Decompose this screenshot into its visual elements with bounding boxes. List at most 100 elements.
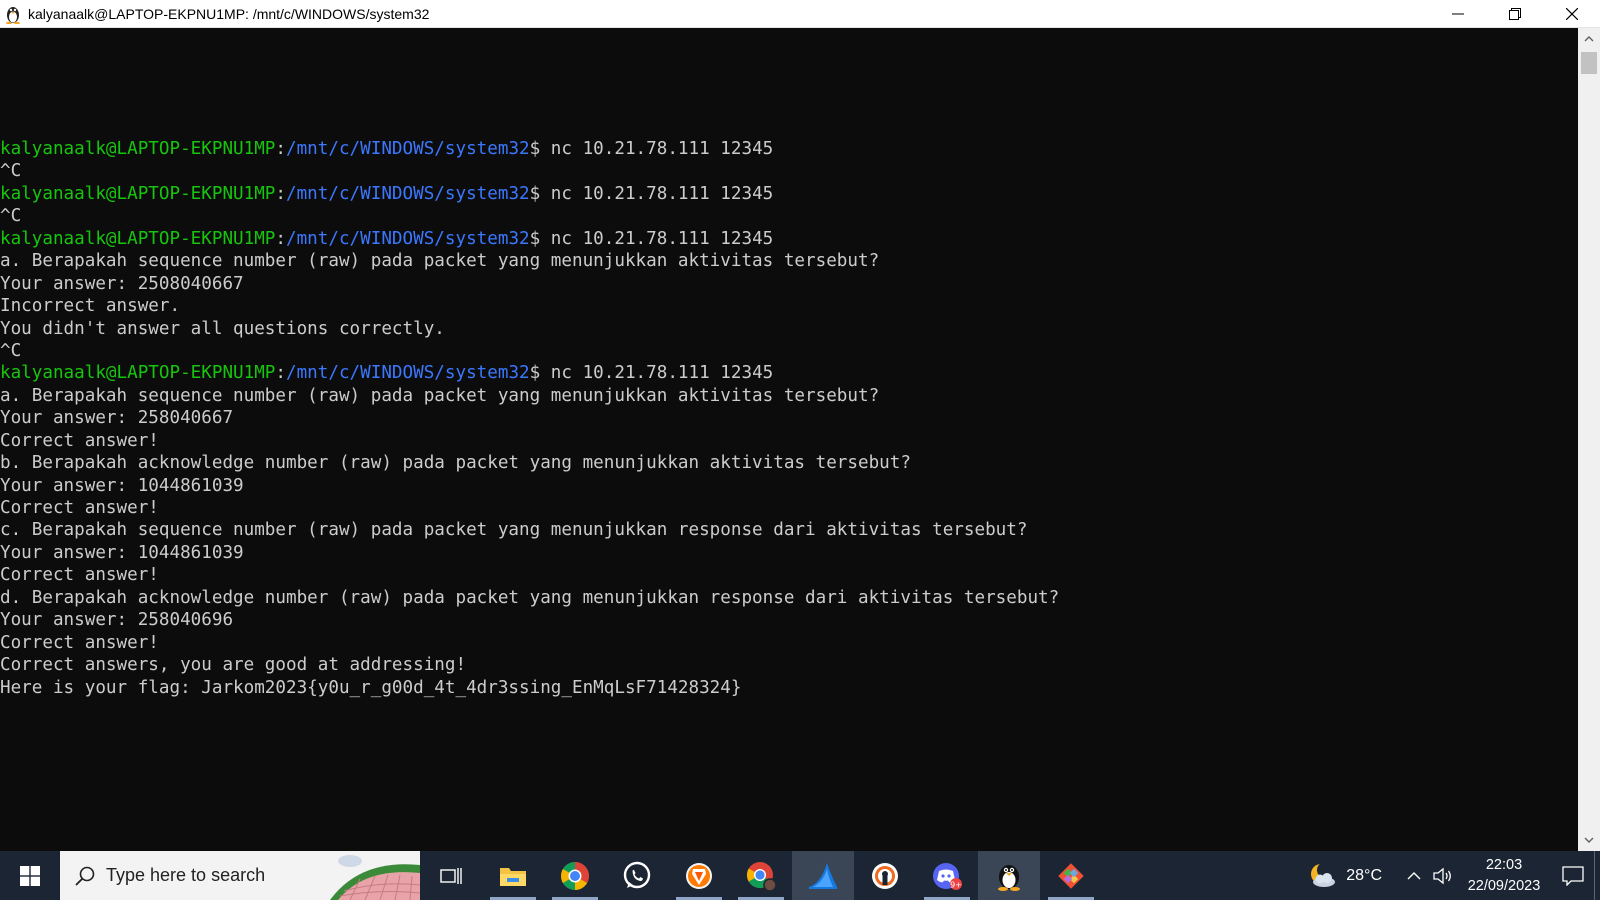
prompt-dollar: $ — [529, 139, 541, 159]
window-title: kalyanaalk@LAPTOP-EKPNU1MP: /mnt/c/WINDO… — [28, 5, 430, 22]
volume-button[interactable] — [1428, 851, 1456, 900]
scroll-down-button[interactable] — [1578, 831, 1600, 849]
output-text: Correct answers, you are good at address… — [0, 655, 467, 676]
terminal-output-line: a. Berapakah sequence number (raw) pada … — [0, 250, 1059, 272]
terminal-output-line: Correct answer! — [0, 497, 1059, 519]
scroll-up-button[interactable] — [1578, 30, 1600, 48]
terminal-output-line: c. Berapakah sequence number (raw) pada … — [0, 519, 1059, 541]
taskbar: Type here to search 9+ 28°C 22:03 22/09/… — [0, 851, 1600, 900]
restore-icon — [1508, 8, 1521, 20]
windows-logo-icon — [20, 865, 40, 886]
restore-button[interactable] — [1486, 0, 1543, 28]
output-text: Correct answer! — [0, 632, 159, 653]
notification-icon — [1562, 865, 1584, 886]
chevron-down-icon — [1584, 837, 1594, 843]
terminal-output-line: Incorrect answer. — [0, 295, 1059, 317]
terminal-scrollbar[interactable] — [1578, 28, 1600, 851]
output-text: Correct answer! — [0, 565, 159, 586]
prompt-dollar: $ — [529, 363, 541, 384]
prompt-path: /mnt/c/WINDOWS/system32 — [286, 183, 530, 204]
output-text: You didn't answer all questions correctl… — [0, 318, 445, 339]
taskbar-chrome[interactable] — [544, 851, 606, 900]
output-text: Correct answer! — [0, 498, 159, 518]
prompt-dollar: $ — [529, 228, 541, 249]
prompt-separator: : — [275, 228, 286, 249]
output-text: ^C — [0, 206, 22, 227]
taskbar-clock[interactable]: 22:03 22/09/2023 — [1456, 855, 1552, 897]
prompt-user: kalyanaalk@LAPTOP-EKPNU1MP — [0, 139, 276, 159]
vpn-icon — [872, 862, 898, 889]
prompt-path: /mnt/c/WINDOWS/system32 — [286, 228, 530, 249]
prompt-user: kalyanaalk@LAPTOP-EKPNU1MP — [0, 228, 276, 249]
taskbar-chrome-profile[interactable] — [730, 851, 792, 900]
search-placeholder: Type here to search — [106, 865, 266, 885]
start-button[interactable] — [0, 851, 60, 900]
weather-widget[interactable]: 28°C — [1308, 861, 1382, 890]
chevron-up-icon — [1584, 36, 1594, 42]
action-center-button[interactable] — [1552, 851, 1594, 900]
terminal-prompt-line: kalyanaalk@LAPTOP-EKPNU1MP:/mnt/c/WINDOW… — [0, 228, 1059, 250]
output-text: c. Berapakah sequence number (raw) pada … — [0, 520, 1028, 541]
terminal-output-line: You didn't answer all questions correctl… — [0, 318, 1059, 340]
clock-time: 22:03 — [1485, 856, 1523, 873]
taskbar-discord[interactable]: 9+ — [916, 851, 978, 900]
output-text: Your answer: 1044861039 — [0, 542, 244, 563]
terminal-output-line: Here is your flag: Jarkom2023{y0u_r_g00d… — [0, 677, 1059, 699]
file-explorer-icon — [500, 867, 526, 886]
terminal-output-line: d. Berapakah acknowledge number (raw) pa… — [0, 587, 1059, 609]
search-highlight-art-icon — [330, 855, 420, 900]
close-button[interactable] — [1543, 0, 1600, 28]
terminal-output-line: b. Berapakah acknowledge number (raw) pa… — [0, 452, 1059, 474]
show-desktop-button[interactable] — [1594, 851, 1600, 900]
prompt-separator: : — [275, 183, 286, 204]
terminal-output-line: Your answer: 1044861039 — [0, 542, 1059, 564]
discord-icon: 9+ — [933, 862, 962, 890]
output-text: Your answer: 258040696 — [0, 610, 234, 631]
terminal-output-line: a. Berapakah sequence number (raw) pada … — [0, 385, 1059, 407]
output-text: Your answer: 2508040667 — [0, 273, 244, 294]
scroll-thumb[interactable] — [1581, 52, 1597, 74]
svg-text:9+: 9+ — [950, 880, 962, 889]
output-text: b. Berapakah acknowledge number (raw) pa… — [0, 453, 911, 474]
weather-temperature: 28°C — [1346, 866, 1382, 884]
task-view-icon — [440, 867, 462, 884]
output-text: ^C — [0, 161, 22, 182]
prompt-user: kalyanaalk@LAPTOP-EKPNU1MP — [0, 363, 276, 384]
taskbar-vpn[interactable] — [854, 851, 916, 900]
taskbar-git[interactable] — [1040, 851, 1102, 900]
show-hidden-icons-button[interactable] — [1400, 851, 1428, 900]
terminal-output[interactable]: kalyanaalk@LAPTOP-EKPNU1MP:/mnt/c/WINDOW… — [0, 28, 1578, 851]
linux-terminal-icon — [998, 864, 1020, 891]
terminal-output-line: ^C — [0, 205, 1059, 227]
taskbar-linux-terminal[interactable] — [978, 851, 1040, 900]
prompt-separator: : — [275, 363, 286, 384]
minimize-button[interactable] — [1429, 0, 1486, 28]
terminal-prompt-line: kalyanaalk@LAPTOP-EKPNU1MP:/mnt/c/WINDOW… — [0, 183, 1059, 205]
prompt-path: /mnt/c/WINDOWS/system32 — [286, 139, 530, 159]
output-text: ^C — [0, 340, 22, 361]
taskbar-brave[interactable] — [668, 851, 730, 900]
prompt-path: /mnt/c/WINDOWS/system32 — [286, 363, 530, 384]
terminal-output-line: Your answer: 258040696 — [0, 609, 1059, 631]
terminal-output-line: Correct answer! — [0, 564, 1059, 586]
chrome-profile-icon — [746, 861, 777, 892]
window-controls — [1429, 0, 1600, 28]
window-titlebar[interactable]: kalyanaalk@LAPTOP-EKPNU1MP: /mnt/c/WINDO… — [0, 0, 1600, 28]
terminal-output-line: Your answer: 2508040667 — [0, 273, 1059, 295]
terminal-output-line: Correct answer! — [0, 632, 1059, 654]
terminal-output-line: ^C — [0, 160, 1059, 182]
terminal-prompt-line: kalyanaalk@LAPTOP-EKPNU1MP:/mnt/c/WINDOW… — [0, 138, 1059, 160]
taskbar-whatsapp[interactable] — [606, 851, 668, 900]
search-icon — [74, 865, 96, 887]
prompt-command: nc 10.21.78.111 12345 — [540, 363, 774, 384]
weather-moon-cloud-icon — [1311, 861, 1336, 887]
output-text: Correct answer! — [0, 430, 159, 451]
terminal-prompt-line: kalyanaalk@LAPTOP-EKPNU1MP:/mnt/c/WINDOW… — [0, 362, 1059, 384]
terminal-output-line: Your answer: 258040667 — [0, 407, 1059, 429]
terminal-lines: kalyanaalk@LAPTOP-EKPNU1MP:/mnt/c/WINDOW… — [0, 138, 1059, 699]
taskbar-wireshark[interactable] — [792, 851, 854, 900]
taskbar-file-explorer[interactable] — [482, 851, 544, 900]
task-view-button[interactable] — [420, 851, 482, 900]
output-text: Incorrect answer. — [0, 296, 181, 317]
taskbar-search[interactable]: Type here to search — [60, 851, 420, 900]
